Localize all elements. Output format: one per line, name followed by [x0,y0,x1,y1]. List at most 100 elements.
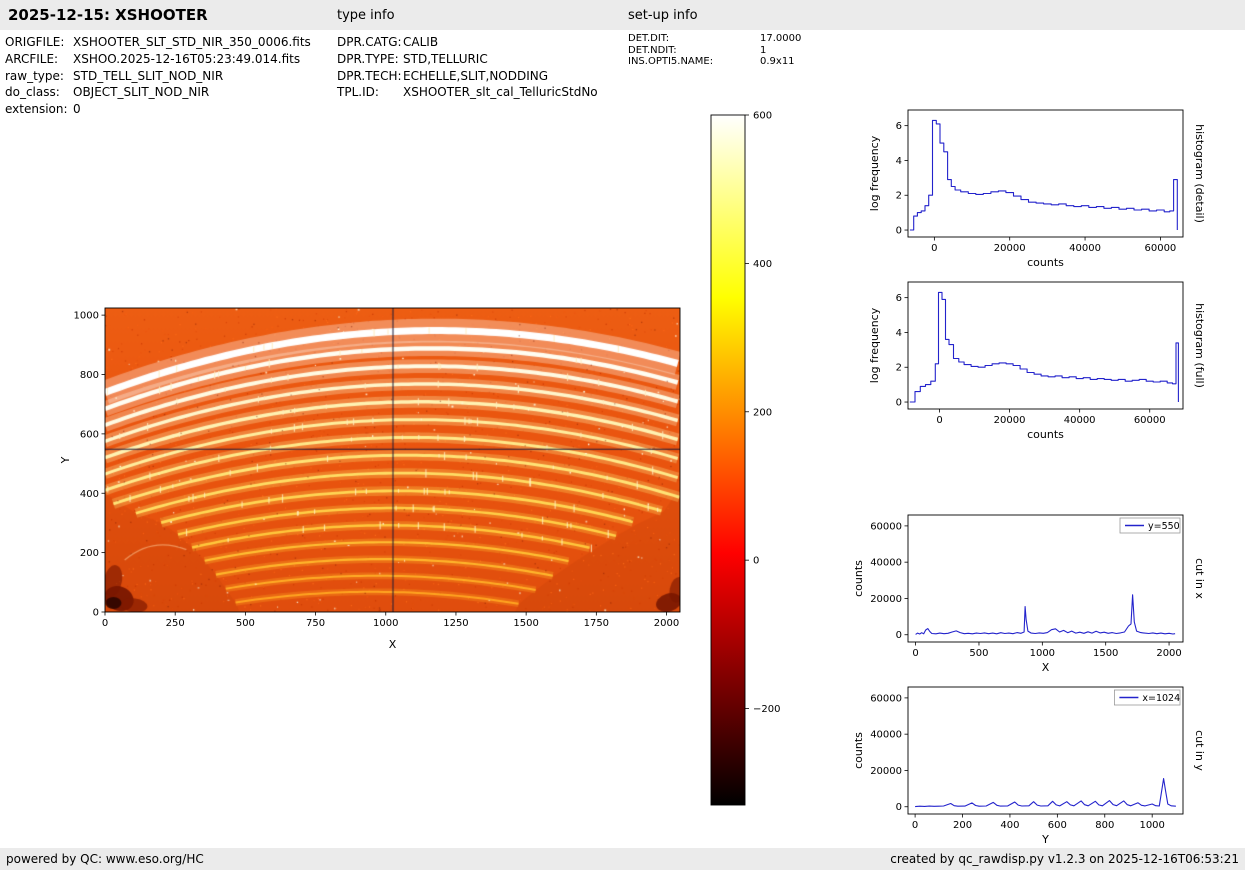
svg-text:2: 2 [896,363,902,374]
type-info-block: DPR.CATG:CALIB DPR.TYPE: STD,TELLURIC DPR.T… [337,34,598,101]
meta-row: INS.OPTI5.NAME: 0.9x11 [628,56,801,68]
svg-text:600: 600 [753,111,772,122]
svg-text:cut in y: cut in y [1193,730,1206,771]
meta-label: TPL.ID: [337,85,379,100]
meta-label: DET.NDIT: [628,44,677,56]
meta-label: DET.DIT: [628,33,670,44]
meta-label: INS.OPTI5.NAME: [628,56,714,68]
svg-text:40000: 40000 [870,730,902,741]
meta-value: OBJECT_SLIT_NOD_NIR [73,85,210,100]
meta-value: XSHOOTER_SLT_STD_NIR_350_0006.fits [73,35,311,49]
svg-text:6: 6 [896,121,902,132]
cut-in-x-svg: 0 500 1000 1500 20000200004000060000Xcounts c… [855,514,1206,674]
svg-text:Y: Y [60,456,72,464]
meta-value: XSHOO.2025-12-16T05:23:49.014.fits [73,51,301,66]
svg-text:counts: counts [855,732,865,769]
footer-right-text: created by qc_rawdisp.py v1.2.3 on 2025-… [890,852,1239,866]
svg-text:0: 0 [93,608,99,619]
svg-text:20000: 20000 [870,766,902,777]
svg-text:60000: 60000 [1144,243,1176,254]
svg-text:0: 0 [896,226,902,237]
svg-text:750: 750 [306,618,325,629]
svg-text:histogram (full): histogram (full) [1193,303,1206,388]
meta-row: extension: 0 [5,101,311,118]
histogram-full-plot: 0 20000 40000 60000 0 2 4 6 counts log frequency h… [855,267,1227,453]
meta-row: DPR.TECH:ECHELLE,SLIT,NODDING [337,68,598,85]
cut-in-y-plot: 0 200 400 600 800 1000 0 20000 40000 60000 Ycounts… [855,672,1227,854]
svg-text:400: 400 [753,259,772,270]
svg-text:0: 0 [931,243,937,254]
svg-text:0: 0 [753,556,759,567]
svg-text:0: 0 [896,630,902,641]
svg-text:counts: counts [855,560,865,597]
svg-text:2: 2 [896,191,902,202]
meta-row: do_class: OBJECT_SLIT_NOD_NIR [5,84,311,101]
meta-label: raw_type: [5,68,64,83]
svg-text:40000: 40000 [870,558,902,569]
meta-value: 0.9x11 [760,56,795,68]
meta-row: raw_type: STD_TELL_SLIT_NOD_NIR [5,68,311,85]
svg-text:0: 0 [936,415,942,426]
meta-value: 17.0000 [760,33,802,44]
colorbar: 600 400 200 0 −200 [705,108,805,820]
meta-label: ORIGFILE: [5,35,65,49]
meta-label: ARCFILE: [5,51,59,66]
type-info-heading: type info [337,8,395,23]
svg-text:histogram (detail): histogram (detail) [1193,124,1206,223]
cut-in-y-svg: 0 200 400 600 800 1000 0 20000 40000 60000 Ycounts… [855,686,1206,846]
footer-left-text: powered by QC: www.eso.org/HC [6,852,204,866]
svg-text:200: 200 [953,820,972,831]
setup-info-block: DET.DIT: 17.0000 DET.NDIT: 1 INS.OPTI5.NAME:… [628,33,801,68]
svg-text:y=550: y=550 [1148,521,1180,532]
svg-text:800: 800 [1095,820,1114,831]
meta-label: extension: [5,102,68,117]
svg-text:400: 400 [80,489,99,500]
meta-value: XSHOOTER_slt_cal_TelluricStdNo [403,85,598,100]
meta-label: DPR.TECH: [337,68,402,83]
svg-text:250: 250 [166,618,185,629]
svg-text:400: 400 [1000,820,1019,831]
raw-frame-plot: 0 250 500 750 1000 1250 1500 1750 2000 0 200 400 600… [60,290,705,662]
svg-text:1500: 1500 [1093,648,1118,659]
meta-row: DPR.CATG:CALIB [337,34,598,51]
histogram-detail-plot: 0 20000 40000 60000 0 2 4 6 counts log frequency h… [855,95,1227,281]
header-bar: 2025-12-15: XSHOOTER type info set-up in… [0,0,1245,30]
svg-text:X: X [389,638,397,651]
histogram-full-svg: 0 20000 40000 60000 0 2 4 6 counts log frequency h… [868,281,1206,441]
svg-text:40000: 40000 [1069,243,1101,254]
meta-label: DPR.CATG: [337,35,402,49]
meta-value: STD,TELLURIC [403,51,488,66]
qc-report-page: 2025-12-15: XSHOOTER type info set-up in… [0,0,1245,870]
svg-text:0: 0 [912,820,918,831]
svg-text:log frequency: log frequency [868,307,881,383]
svg-text:1000: 1000 [1030,648,1055,659]
colorbar-svg: 600 400 200 0 −200 [710,111,780,806]
svg-text:log frequency: log frequency [868,135,881,211]
svg-text:2000: 2000 [654,618,679,629]
meta-value: CALIB [403,35,439,49]
meta-value: 1 [760,44,767,56]
svg-text:60000: 60000 [1134,415,1166,426]
svg-text:1750: 1750 [584,618,609,629]
svg-text:1250: 1250 [443,618,468,629]
svg-text:−200: −200 [753,704,780,715]
svg-text:2000: 2000 [1156,648,1181,659]
svg-text:4: 4 [896,328,902,339]
svg-text:60000: 60000 [870,521,902,532]
svg-text:1000: 1000 [74,311,99,322]
svg-text:40000: 40000 [1064,415,1096,426]
svg-text:cut in x: cut in x [1193,558,1206,599]
svg-text:6: 6 [896,293,902,304]
svg-text:600: 600 [80,429,99,440]
svg-text:20000: 20000 [994,415,1026,426]
svg-text:0: 0 [912,648,918,659]
svg-text:20000: 20000 [994,243,1026,254]
meta-value: STD_TELL_SLIT_NOD_NIR [73,68,224,83]
meta-label: DPR.TYPE: [337,51,399,66]
meta-value: 0 [73,102,81,117]
histogram-detail-svg: 0 20000 40000 600000246countslog frequency h… [868,109,1206,269]
svg-text:60000: 60000 [870,693,902,704]
meta-row: DPR.TYPE: STD,TELLURIC [337,51,598,68]
svg-text:counts: counts [1027,428,1064,441]
meta-row: DET.DIT: 17.0000 [628,33,801,45]
